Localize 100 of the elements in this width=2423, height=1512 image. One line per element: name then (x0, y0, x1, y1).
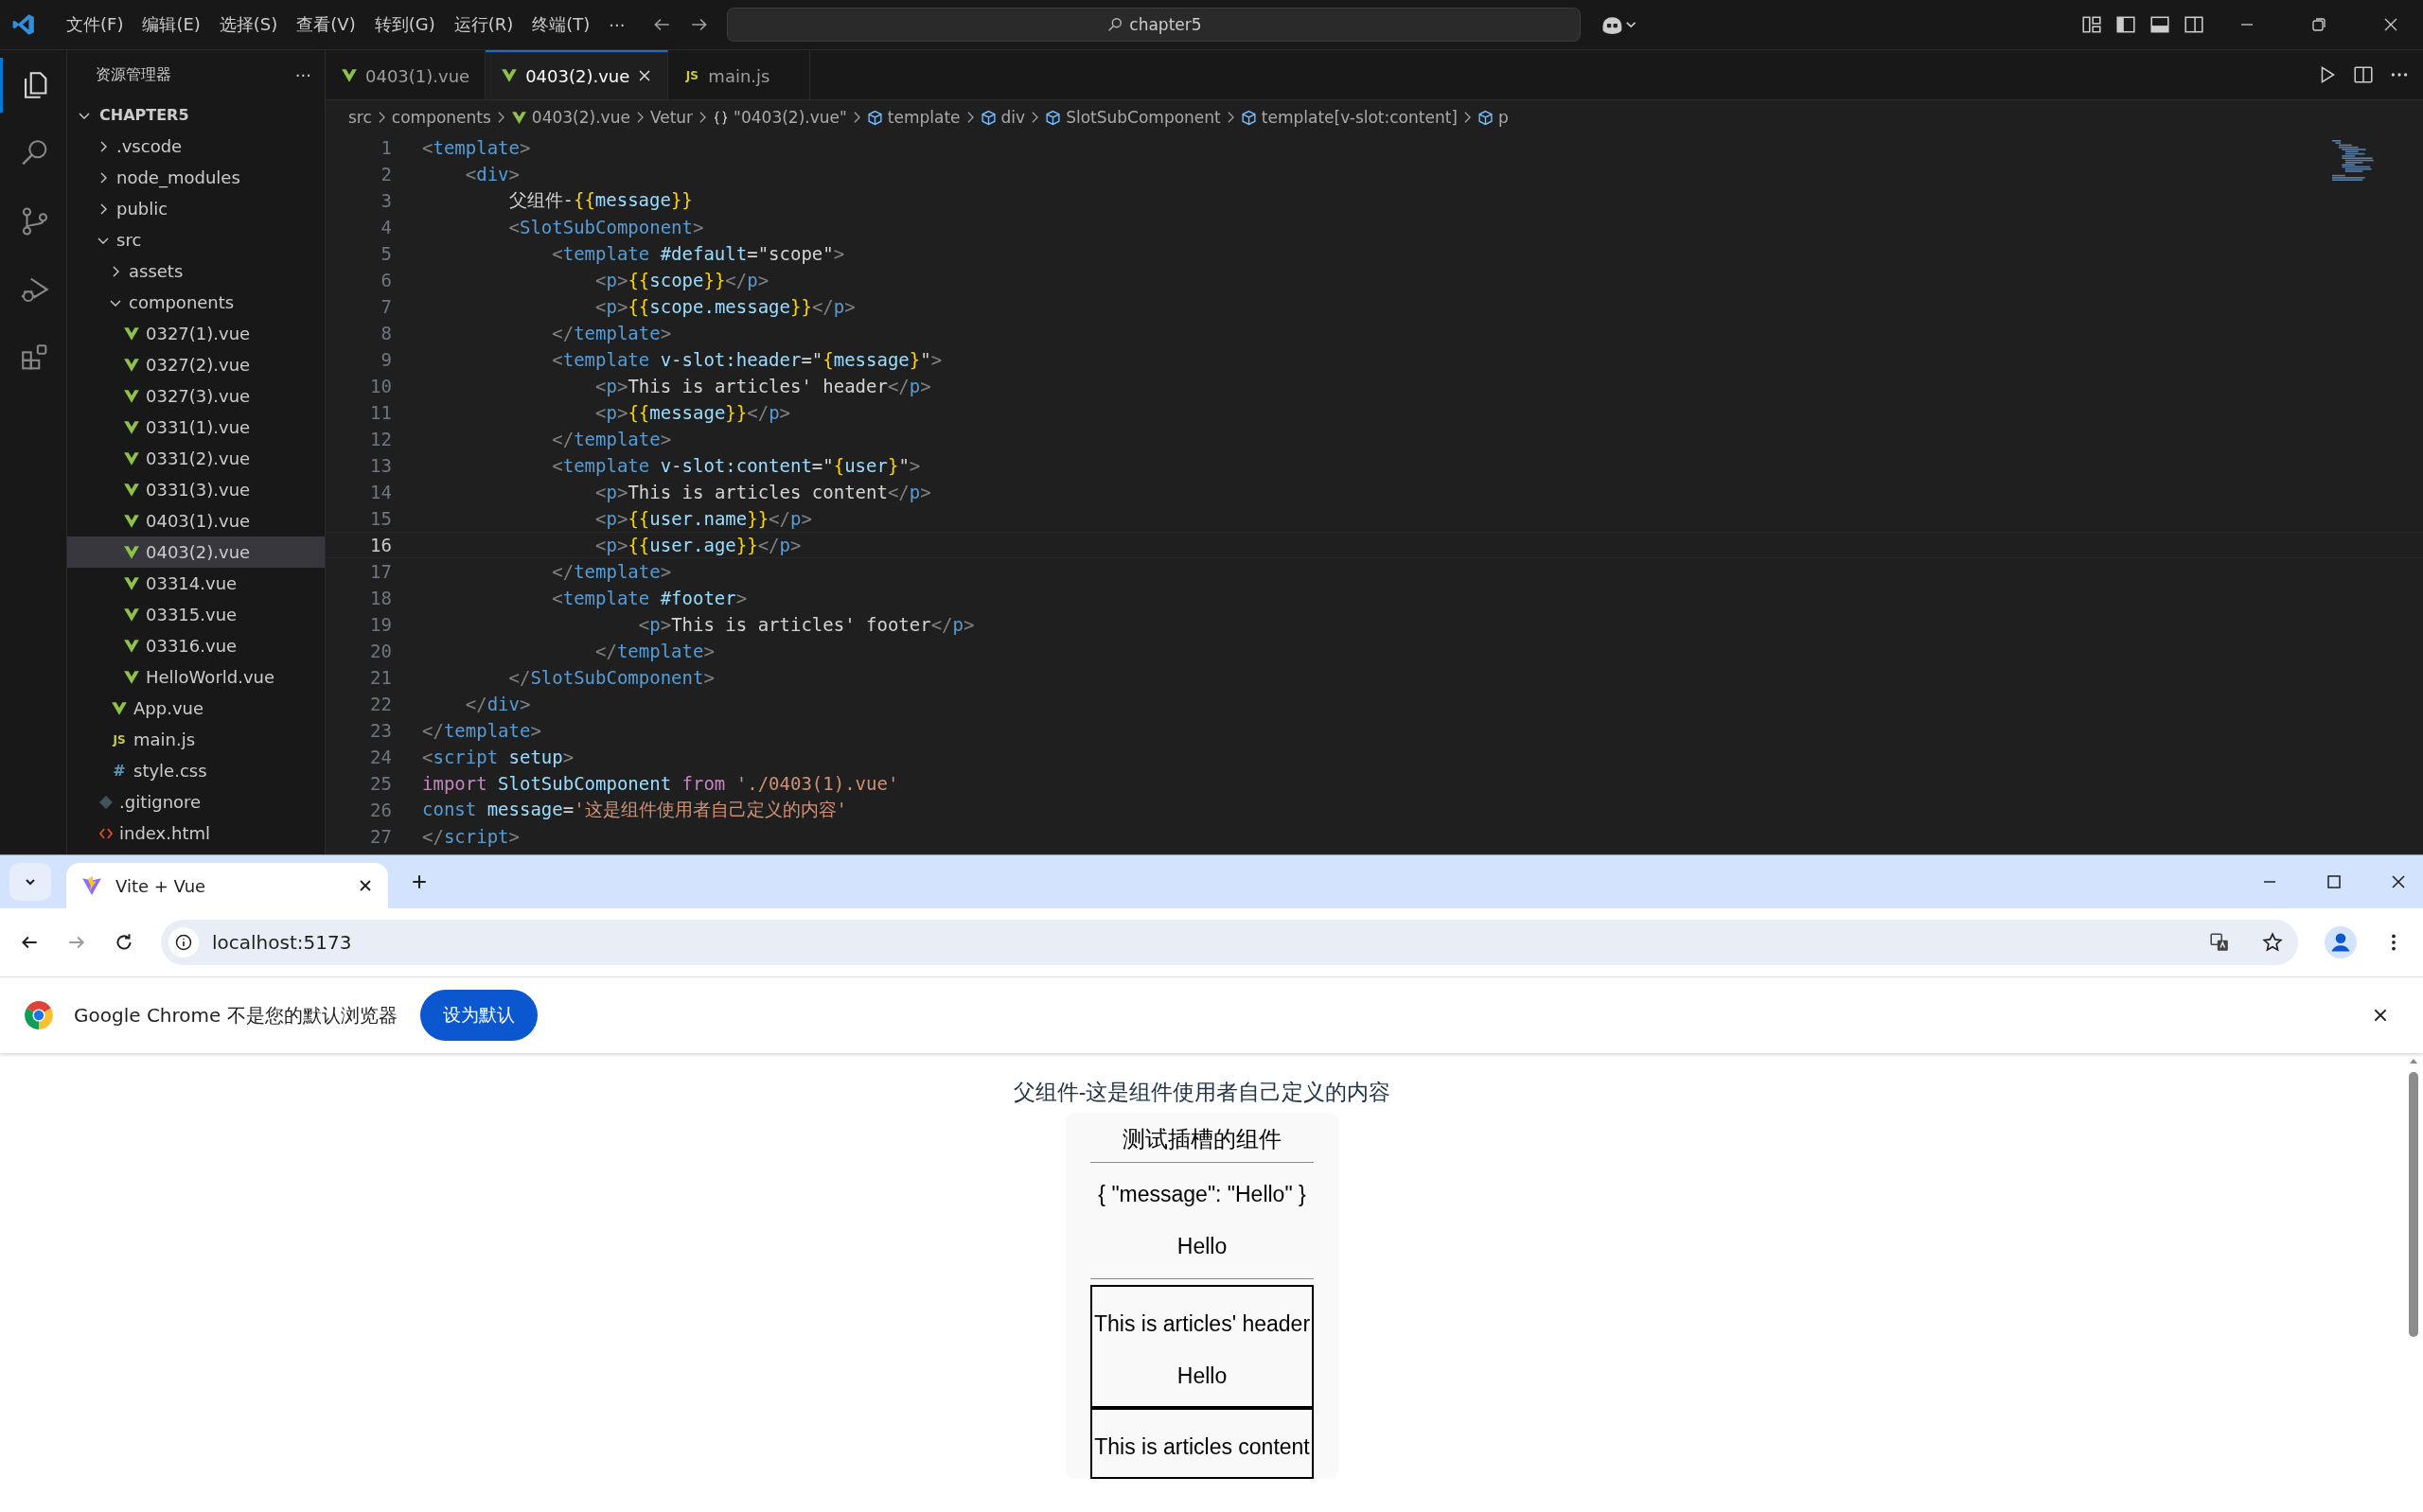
chevron-icon (1226, 111, 1235, 124)
breadcrumb-item[interactable]: "0403(2).vue" (713, 108, 847, 127)
explorer-title: 资源管理器 (96, 64, 171, 85)
code-line: </script> (422, 826, 520, 847)
tree-item[interactable]: public (67, 193, 325, 224)
editor-tab[interactable]: 0403(2).vue (486, 50, 669, 99)
tree-item[interactable]: JS main.js (67, 724, 325, 755)
set-default-button[interactable]: 设为默认 (419, 990, 538, 1041)
info-icon[interactable] (168, 927, 199, 958)
line-number: 17 (369, 561, 393, 582)
secondary-sidebar-icon[interactable] (2184, 14, 2204, 35)
close-icon[interactable] (2372, 1007, 2389, 1024)
tree-item[interactable]: node_modules (67, 162, 325, 193)
editor-tab[interactable]: JS main.js (668, 50, 811, 99)
tree-item[interactable]: .vscode (67, 131, 325, 162)
default-browser-message: Google Chrome 不是您的默认浏览器 (74, 1002, 398, 1029)
tree-item[interactable]: assets (67, 255, 325, 287)
browser-tab[interactable]: Vite + Vue (66, 863, 388, 908)
vue-file-icon (510, 109, 527, 126)
code-line: const message='这是组件使用者自己定义的内容' (422, 798, 848, 821)
menu-item[interactable]: 查看(V) (287, 9, 365, 40)
code-line: </template> (551, 429, 672, 449)
tree-item[interactable]: App.vue (67, 693, 325, 724)
tree-item[interactable]: # style.css (67, 755, 325, 786)
tree-item[interactable]: 0327(3).vue (67, 380, 325, 412)
profile-avatar-icon[interactable] (2325, 926, 2357, 958)
menu-item[interactable]: 运行(R) (444, 9, 523, 40)
vue-file-icon (123, 543, 140, 561)
tree-item[interactable]: src (67, 224, 325, 255)
breadcrumb-item[interactable]: Vetur (649, 108, 694, 127)
breadcrumb-item[interactable]: src (348, 108, 372, 127)
slot-text: Hello (1176, 1363, 1228, 1389)
tree-item[interactable]: 03315.vue (67, 599, 325, 630)
layout-icon[interactable] (2081, 14, 2102, 35)
scope-text: { "message": "Hello" } (1098, 1182, 1306, 1207)
tree-item[interactable]: 03316.vue (67, 630, 325, 661)
tree-item[interactable]: 0327(2).vue (67, 349, 325, 380)
chevron-icon (699, 111, 708, 124)
file-type-icon: JS (683, 69, 701, 82)
folder-header[interactable]: CHAPTER5 (67, 99, 325, 131)
cube-icon (1477, 109, 1494, 126)
scroll-up-arrow-icon[interactable] (2409, 1057, 2418, 1064)
code-line: </template> (551, 323, 672, 343)
line-number: 21 (369, 667, 393, 688)
menu-item[interactable]: 编辑(E) (133, 9, 210, 40)
menu-item[interactable]: 转到(G) (364, 9, 445, 40)
cube-icon (1045, 109, 1062, 126)
line-number: 10 (369, 376, 393, 396)
sidebar-toggle-icon[interactable] (2115, 14, 2136, 35)
new-tab-icon[interactable] (411, 873, 428, 890)
translate-icon[interactable] (2209, 932, 2230, 953)
more-actions-button[interactable]: ··· (294, 64, 311, 85)
line-number: 24 (369, 747, 393, 767)
tree-item[interactable]: 0403(1).vue (67, 505, 325, 536)
code-line: <SlotSubComponent> (507, 217, 704, 237)
panel-toggle-icon[interactable] (2149, 14, 2170, 35)
tree-item[interactable]: 03314.vue (67, 568, 325, 599)
vue-file-icon (123, 637, 140, 655)
line-number: 16 (369, 535, 393, 555)
scope-message-text: Hello (1176, 1234, 1228, 1259)
address-bar[interactable]: localhost:5173 (161, 920, 2298, 965)
restore-icon[interactable] (2309, 15, 2328, 34)
breadcrumb-item[interactable]: components (391, 108, 491, 127)
menu-item[interactable]: 文件(F) (57, 9, 133, 40)
vue-file-icon (123, 387, 140, 405)
command-center[interactable]: chapter5 (727, 8, 1582, 42)
vue-file-icon (123, 606, 140, 624)
breadcrumb-item[interactable]: div (980, 108, 1026, 127)
component-title: 测试插槽的组件 (1123, 1125, 1282, 1153)
code-line: </template> (422, 720, 541, 741)
vue-file-icon (123, 325, 140, 343)
bookmark-star-icon[interactable] (2262, 932, 2283, 953)
breadcrumb-item[interactable]: template[v-slot:content] (1240, 108, 1458, 127)
tree-item[interactable]: 0331(1).vue (67, 412, 325, 443)
tree-item[interactable]: index.html (67, 818, 325, 849)
close-icon[interactable] (637, 68, 653, 83)
maximize-icon[interactable] (2325, 872, 2343, 891)
vscode-logo-icon (11, 12, 36, 37)
menu-item[interactable]: 选择(S) (209, 9, 288, 40)
tree-item[interactable]: 0331(3).vue (67, 474, 325, 505)
page-heading: 父组件-这是组件使用者自己定义的内容 (1013, 1079, 1391, 1106)
tree-item[interactable]: 0327(1).vue (67, 318, 325, 349)
tree-item[interactable]: components (67, 287, 325, 318)
cube-icon (1240, 109, 1257, 126)
breadcrumb-item[interactable]: template (866, 108, 961, 127)
line-number: 20 (369, 641, 393, 661)
tree-item[interactable]: 0331(2).vue (67, 443, 325, 474)
line-number: 2 (380, 164, 393, 185)
breadcrumb-item[interactable]: 0403(2).vue (510, 108, 630, 127)
breadcrumb-item[interactable]: p (1477, 108, 1509, 127)
tree-item[interactable]: 0403(2).vue (67, 536, 325, 568)
line-number: 9 (380, 349, 393, 370)
tree-item[interactable]: .gitignore (67, 786, 325, 818)
split-editor-icon[interactable] (2353, 64, 2374, 85)
breadcrumb-item[interactable]: SlotSubComponent (1045, 108, 1221, 127)
more-menu[interactable]: ··· (599, 10, 635, 39)
line-number: 6 (380, 270, 393, 290)
menu-item[interactable]: 终端(T) (522, 9, 600, 40)
tree-item[interactable]: HelloWorld.vue (67, 661, 325, 693)
close-tab-icon[interactable] (358, 878, 373, 893)
